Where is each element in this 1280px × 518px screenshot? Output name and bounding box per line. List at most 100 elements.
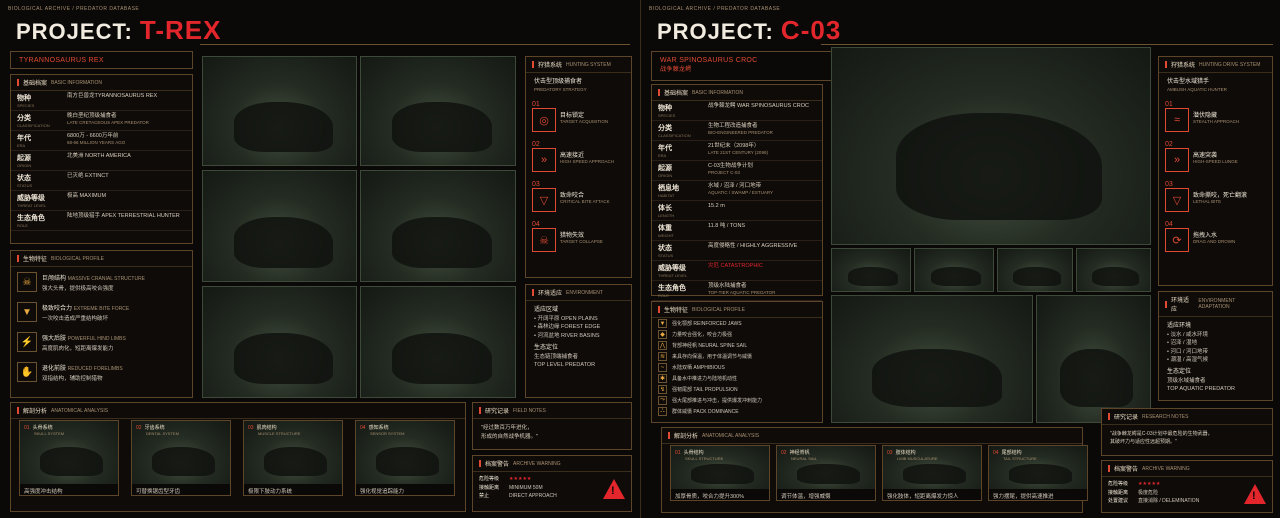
trex-image[interactable] bbox=[202, 170, 357, 282]
c03-thumb[interactable] bbox=[914, 248, 994, 292]
bio-list: ☠ 巨颅结构 MASSIVE CRANIAL STRUCTURE 强大头骨，提供极高… bbox=[11, 267, 192, 387]
feature-title: 退化前肢 REDUCED FORELIMBS bbox=[42, 363, 123, 372]
step-box: 04 ⟳ bbox=[1165, 221, 1189, 253]
anatomy-card[interactable]: 01 头骨系统 SKULL SYSTEM 高强度冲击结构 bbox=[19, 420, 119, 496]
feature-desc: 强大尾部推进与冲击，提供爆发冲刺能力 bbox=[672, 398, 763, 404]
key-en: CLASSIFICATION bbox=[658, 133, 691, 138]
step-zh: 致命撕咬，死亡翻滚 bbox=[1193, 192, 1248, 199]
subtitle-box: WAR SPINOSAURUS CROC 战争棘龙鳄 bbox=[651, 51, 834, 81]
skull-icon: ☠ bbox=[532, 228, 556, 253]
anatomy-card[interactable]: 04 尾部结构 TAIL STRUCTURE 强力摆尾，提供高速推进 bbox=[988, 445, 1088, 501]
hunt-steps: 01 ≈ 潜伏隐藏 STEALTH APPROACH 02» 高速突袭 HIGH-SPEED… bbox=[1159, 97, 1272, 257]
anatomy-card[interactable]: 03 肌肉结构 MUSCLE STRUCTURE 极限下肢动力系统 bbox=[243, 420, 343, 496]
key-en: CLASSIFICATION bbox=[17, 123, 50, 128]
c03-thumb[interactable] bbox=[1076, 248, 1151, 292]
muscle-icon: ◆ bbox=[658, 330, 667, 339]
warning-row: 危险等级 ★★★★★ bbox=[479, 475, 557, 484]
step-zh: 高速接近 bbox=[560, 152, 585, 159]
strategy: 伏击型顶级捕食者 PREDATORY STRATEGY bbox=[526, 73, 631, 97]
card-footer: 强化肢体，短距离爆发力惊人 bbox=[883, 489, 981, 500]
value-sub: PROJECT C-03 bbox=[708, 169, 740, 175]
target-icon: ◎ bbox=[532, 108, 556, 133]
env-list: 适应环境 • 淡水 / 咸水环境 • 沼泽 / 湿地 • 河口 / 河口地带 • 潮湿 … bbox=[1159, 317, 1272, 397]
step-box: 01 ≈ bbox=[1165, 101, 1189, 133]
project-code: T-REX bbox=[139, 15, 222, 45]
key-zh: 物种 bbox=[658, 105, 672, 112]
key-en: ERA bbox=[658, 153, 667, 158]
row-key: 物种 SPECIES bbox=[658, 103, 708, 118]
feature-desc: 一次咬击造成严重结构破坏 bbox=[42, 315, 109, 322]
value-main: 晚白垩纪顶级捕食者 bbox=[67, 113, 117, 119]
row-value: 顶级水陆捕食者 TOP-TIER AQUATIC PREDATOR bbox=[708, 283, 816, 296]
warning-row: 危险等级 ★★★★★ bbox=[1108, 480, 1199, 489]
step-number: 03 bbox=[532, 181, 540, 189]
anatomy-card[interactable]: 01 头骨结构 SKULL STRUCTURE 加厚骨质，咬合力提升300% bbox=[670, 445, 770, 501]
info-row: 生态角色 ROLE 陆地顶级猎手 APEX TERRESTRIAL HUNTER bbox=[11, 211, 192, 231]
pack-icon: ⛬ bbox=[658, 407, 667, 416]
step-number: 02 bbox=[532, 141, 540, 149]
bio-feature: ⤳ 强大尾部推进与冲击，提供爆发冲刺能力 bbox=[652, 395, 822, 406]
c03-wide-image[interactable] bbox=[1036, 295, 1151, 423]
feature-en: EXTREME BITE FORCE bbox=[73, 305, 130, 312]
trex-image[interactable] bbox=[202, 286, 357, 398]
note-text: "经过数百万年进化， 形成的自然战争机器。" bbox=[481, 425, 538, 440]
env-area-item: • 开阔平原 OPEN PLAINS bbox=[534, 316, 598, 322]
jaw-icon: ▼ bbox=[17, 302, 37, 322]
panel-header: 狩猎系统 HUNTING DRIVE SYSTEM bbox=[1159, 57, 1272, 73]
feature-desc: 强化颚部 REINFORCED JAWS bbox=[672, 321, 742, 327]
c03-wide-image[interactable] bbox=[831, 295, 1033, 423]
row-key: 分类 CLASSIFICATION bbox=[658, 123, 708, 138]
key-en: ORIGIN bbox=[17, 163, 32, 168]
row-value: 极高 MAXIMUM bbox=[67, 193, 186, 200]
anatomy-card[interactable]: 03 肢体结构 LIMB MUSCULATURE 强化肢体，短距离爆发力惊人 bbox=[882, 445, 982, 501]
feature-zh: 退化前肢 bbox=[42, 365, 67, 372]
row-value: 21世纪末（2098年） LATE 21ST CENTURY (2098) bbox=[708, 143, 816, 156]
feature-desc: 力量咬合强化，咬合力极强 bbox=[672, 332, 733, 338]
panel-header: 生物特征 BIOLOGICAL PROFILE bbox=[652, 302, 822, 318]
bite-icon: ▽ bbox=[1165, 188, 1189, 213]
c03-archive-page: BIOLOGICAL ARCHIVE / PREDATOR DATABASE P… bbox=[640, 0, 1280, 518]
info-row: 起源 ORIGIN C-03生物战争计划 PROJECT C-03 bbox=[652, 161, 822, 181]
c03-thumb[interactable] bbox=[831, 248, 911, 292]
anatomy-card[interactable]: 02 牙齿系统 DENTAL SYSTEM 可替换锯齿型牙齿 bbox=[131, 420, 231, 496]
c03-main-image[interactable] bbox=[831, 47, 1151, 245]
warning-row: 处置建议 直接消除 / DELEMINATION bbox=[1108, 497, 1199, 506]
strategy-en: AMBUSH AQUATIC HUNTER bbox=[1167, 87, 1227, 92]
row-value: 晚白垩纪顶级捕食者 LATE CRETACEOUS APEX PREDATOR bbox=[67, 113, 186, 126]
hunt-step: 01 ◎ 目标锁定 TARGET ACQUISITION bbox=[526, 97, 631, 137]
step-box: 02» bbox=[1165, 141, 1189, 173]
research-notes-panel: 研究记录 RESEARCH NOTES "战争棘龙鳄是C-03计划中最危险的生物武… bbox=[1101, 408, 1273, 456]
header-en: BASIC INFORMATION bbox=[51, 79, 103, 86]
card-footer: 强化视觉追踪能力 bbox=[356, 484, 454, 495]
trex-image[interactable] bbox=[202, 56, 357, 166]
feature-desc: 双指结构，辅助控制猎物 bbox=[42, 375, 103, 382]
anatomy-card[interactable]: 02 神经脊帆 NEURAL SAIL 调节体温，增强威慑 bbox=[776, 445, 876, 501]
eco-value: 顶级水域捕食者 bbox=[1167, 378, 1206, 384]
step-number: 04 bbox=[532, 221, 540, 229]
eco-title: 生态定位 bbox=[534, 344, 559, 351]
feature-desc: 高度肌肉化，短距离爆发能力 bbox=[42, 345, 114, 352]
header-zh: 生物特征 bbox=[23, 257, 48, 263]
c03-thumb[interactable] bbox=[997, 248, 1073, 292]
key-en: ROLE bbox=[17, 223, 28, 228]
subtitle: TYRANNOSAURUS REX bbox=[19, 57, 104, 64]
feature-desc: 群体威慑 PACK DOMINANCE bbox=[672, 409, 739, 415]
drag-icon: ⟳ bbox=[1165, 228, 1189, 253]
sail-icon: ≋ bbox=[658, 352, 667, 361]
forelimb-icon: ✋ bbox=[17, 362, 37, 382]
anatomy-panel: 解剖分析 ANATOMICAL ANALYSIS 01 头骨系统 SKULL SYST… bbox=[10, 402, 466, 512]
anatomy-card[interactable]: 04 感知系统 SENSOR SYSTEM 强化视觉追踪能力 bbox=[355, 420, 455, 496]
bio-feature: ▼ 极致咬合力 EXTREME BITE FORCE 一次咬击造成严重结构破坏 bbox=[11, 297, 192, 327]
anatomy-panel: 解剖分析 ANATOMICAL ANALYSIS 01 头骨结构 SKULL STRU… bbox=[661, 427, 1088, 513]
trex-image[interactable] bbox=[360, 286, 516, 398]
warning-rows: 危险等级 ★★★★★ 接触距离 MINIMUM 50M 禁止 DIRECT APPROAC… bbox=[479, 475, 557, 501]
trex-image[interactable] bbox=[360, 56, 516, 166]
row-value: 陆地顶级猎手 APEX TERRESTRIAL HUNTER bbox=[67, 213, 186, 220]
subtitle: WAR SPINOSAURUS CROC bbox=[660, 57, 758, 64]
propulsion-icon: ↯ bbox=[658, 385, 667, 394]
card-caption: 04 尾部结构 TAIL STRUCTURE bbox=[993, 449, 1037, 461]
bite-icon: ▽ bbox=[532, 188, 556, 213]
row-key: 威胁等级 THREAT LEVEL bbox=[658, 263, 708, 278]
trex-image[interactable] bbox=[360, 170, 516, 282]
title-prefix: PROJECT: bbox=[657, 19, 774, 44]
